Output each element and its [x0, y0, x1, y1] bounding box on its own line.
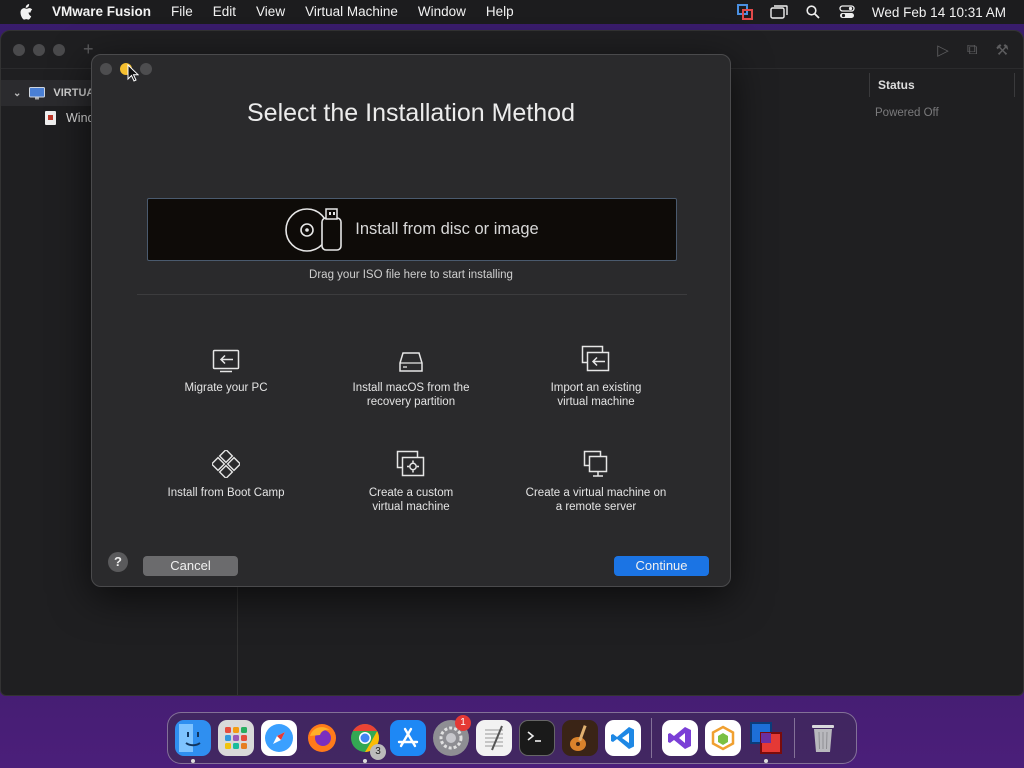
dropzone-label: Install from disc or image: [355, 220, 539, 238]
app-menu[interactable]: VMware Fusion: [52, 0, 161, 24]
installation-method-dialog: Select the Installation Method Install f…: [91, 54, 731, 587]
option-import-existing-vm[interactable]: Import an existing virtual machine: [506, 343, 686, 409]
vm-document-icon: [45, 111, 56, 125]
menu-window[interactable]: Window: [408, 0, 476, 24]
chrome-icon[interactable]: 3: [347, 720, 386, 763]
window-minimize-button[interactable]: [33, 43, 45, 56]
custom-vm-icon: [321, 448, 501, 478]
dock: 3 1: [167, 712, 857, 764]
terminal-icon[interactable]: [519, 720, 555, 756]
menu-help[interactable]: Help: [476, 0, 524, 24]
snapshot-icon[interactable]: ⧉: [967, 41, 978, 59]
firefox-icon[interactable]: [304, 720, 340, 756]
menu-clock[interactable]: Wed Feb 14 10:31 AM: [864, 5, 1024, 20]
play-icon[interactable]: ▷: [937, 41, 949, 59]
vmware-fusion-icon[interactable]: [748, 720, 784, 763]
option-migrate-pc[interactable]: Migrate your PC: [136, 343, 316, 395]
menu-virtual-machine[interactable]: Virtual Machine: [295, 0, 408, 24]
windows-icon[interactable]: [762, 0, 796, 24]
dialog-zoom-button[interactable]: [140, 63, 152, 75]
dropzone-hint: Drag your ISO file here to start install…: [309, 269, 513, 281]
option-label: Create a virtual machine on a remote ser…: [525, 487, 667, 513]
garageband-icon[interactable]: [562, 720, 598, 756]
safari-icon[interactable]: [261, 720, 297, 756]
window-close-button[interactable]: [13, 43, 25, 56]
menu-bar: VMware Fusion File Edit View Virtual Mac…: [0, 0, 1024, 24]
chevron-down-icon[interactable]: ⌄: [13, 88, 21, 99]
launchpad-icon[interactable]: [218, 720, 254, 756]
dock-separator: [794, 718, 795, 758]
boot-camp-icon: [136, 448, 316, 478]
install-from-disc-dropzone[interactable]: Install from disc or image: [147, 198, 677, 261]
settings-icon[interactable]: 1: [433, 715, 471, 756]
help-button[interactable]: ?: [108, 552, 128, 572]
chrome-badge: 3: [370, 744, 386, 760]
add-vm-icon[interactable]: +: [83, 39, 94, 60]
sidebar-group-label: VIRTUA: [53, 87, 95, 99]
remote-server-icon: [506, 448, 686, 478]
menu-view[interactable]: View: [246, 0, 295, 24]
running-indicator: [363, 759, 367, 763]
dialog-close-button[interactable]: [100, 63, 112, 75]
dialog-title: Select the Installation Method: [247, 99, 575, 127]
dock-separator: [651, 718, 652, 758]
settings-badge: 1: [455, 715, 471, 731]
menu-file[interactable]: File: [161, 0, 203, 24]
menu-edit[interactable]: Edit: [203, 0, 246, 24]
continue-button[interactable]: Continue: [614, 556, 709, 576]
visual-studio-icon[interactable]: [662, 720, 698, 756]
disc-usb-icon: [285, 206, 343, 254]
trash-icon[interactable]: [805, 720, 841, 756]
option-create-custom-vm[interactable]: Create a custom virtual machine: [321, 448, 501, 514]
option-label: Create a custom virtual machine: [368, 487, 454, 513]
textedit-icon[interactable]: [476, 720, 512, 756]
status-column-header[interactable]: Status: [869, 73, 1015, 97]
option-label: Install from Boot Camp: [167, 487, 285, 499]
option-label: Import an existing virtual machine: [550, 382, 642, 408]
option-label: Migrate your PC: [184, 382, 268, 394]
migrate-pc-icon: [136, 343, 316, 373]
finder-icon[interactable]: [175, 720, 211, 763]
hexagon-app-icon[interactable]: [705, 720, 741, 756]
app-store-icon[interactable]: [390, 720, 426, 756]
option-create-vm-remote-server[interactable]: Create a virtual machine on a remote ser…: [506, 448, 686, 514]
status-column: Status Powered Off: [869, 73, 1015, 119]
running-indicator: [764, 759, 768, 763]
status-value: Powered Off: [875, 107, 939, 119]
wrench-icon[interactable]: ⚒: [996, 41, 1009, 59]
import-vm-icon: [506, 343, 686, 373]
apple-menu-icon[interactable]: [0, 4, 52, 20]
mouse-cursor-icon: [127, 63, 140, 87]
control-center-icon[interactable]: [830, 0, 864, 24]
window-zoom-button[interactable]: [53, 43, 65, 56]
running-indicator: [191, 759, 195, 763]
option-install-macos-recovery[interactable]: Install macOS from the recovery partitio…: [321, 343, 501, 409]
option-install-boot-camp[interactable]: Install from Boot Camp: [136, 448, 316, 500]
cancel-button[interactable]: Cancel: [143, 556, 238, 576]
option-label: Install macOS from the recovery partitio…: [352, 382, 470, 408]
divider: [137, 294, 687, 295]
vmware-status-icon[interactable]: [728, 0, 762, 24]
search-icon[interactable]: [796, 0, 830, 24]
vscode-icon[interactable]: [605, 720, 641, 756]
monitor-icon: [29, 86, 46, 99]
hard-drive-icon: [321, 343, 501, 373]
